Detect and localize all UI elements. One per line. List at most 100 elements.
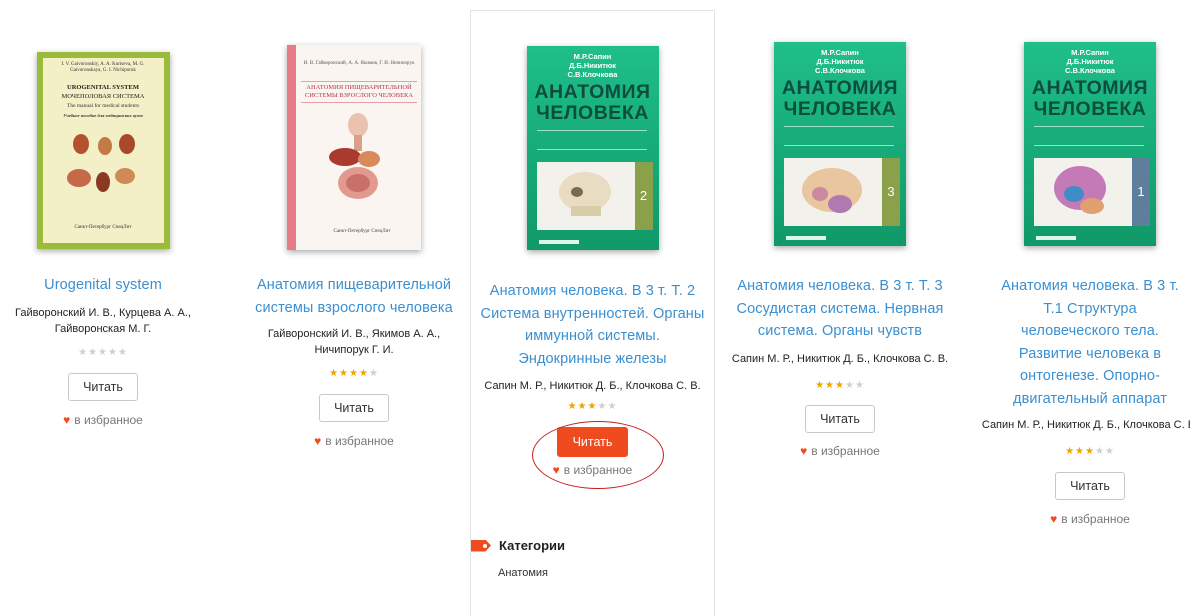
- rating-stars[interactable]: ★★★★★: [1065, 446, 1115, 458]
- read-button[interactable]: Читать: [1055, 472, 1125, 500]
- cover-text: АНАТОМИЯ ЧЕЛОВЕКА: [1031, 77, 1149, 120]
- star-filled-icon[interactable]: ★: [588, 401, 598, 413]
- cover-volume: 3: [882, 158, 900, 226]
- book-card: И. В. Гайворонский, А. А. Якимов, Г. И. …: [232, 0, 476, 605]
- book-title-link[interactable]: Анатомия человека. В 3 т. Т.1 Структура …: [998, 275, 1183, 410]
- read-button[interactable]: Читать: [805, 404, 875, 433]
- rating-stars[interactable]: ★★★★★: [78, 347, 128, 359]
- favorites-label: в избранное: [1061, 512, 1130, 526]
- star-empty-icon[interactable]: ★: [118, 347, 128, 359]
- categories-heading: Категории: [471, 538, 711, 553]
- star-filled-icon[interactable]: ★: [339, 368, 349, 380]
- star-filled-icon[interactable]: ★: [1085, 446, 1095, 458]
- book-authors: Сапин М. Р., Никитюк Д. Б., Клочкова С. …: [484, 380, 701, 392]
- publisher-logo: [1036, 236, 1076, 240]
- category-link[interactable]: Анатомия: [498, 567, 711, 579]
- rating-stars[interactable]: ★★★★★: [815, 380, 865, 392]
- star-empty-icon[interactable]: ★: [607, 401, 617, 413]
- star-empty-icon[interactable]: ★: [845, 380, 855, 392]
- book-card-active: М.Р.Сапин Д.Б.Никитюк С.В.Клочкова АНАТО…: [470, 10, 715, 616]
- book-card: М.Р.Сапин Д.Б.Никитюк С.В.Клочкова АНАТО…: [718, 0, 962, 605]
- cover-subtitle: [784, 126, 894, 146]
- brain-illustration: [784, 158, 882, 226]
- book-authors: Сапин М. Р., Никитюк Д. Б., Клочкова С. …: [981, 419, 1190, 431]
- rating-stars[interactable]: ★★★★★: [568, 401, 618, 413]
- book-cover[interactable]: I. V. Gaivoronskiy, A. A. Kurtseva, M. G…: [36, 52, 170, 249]
- cover-volume: 1: [1132, 158, 1150, 226]
- book-title-link[interactable]: Анатомия человека. В 3 т. Т. 2 Система в…: [480, 280, 705, 370]
- star-filled-icon[interactable]: ★: [349, 368, 359, 380]
- book-title-link[interactable]: Анатомия человека. В 3 т. Т. 3 Сосудиста…: [730, 275, 950, 343]
- star-empty-icon[interactable]: ★: [369, 368, 379, 380]
- cover-text: The manual for medical students: [66, 103, 140, 109]
- cover-subtitle: [1034, 126, 1144, 146]
- cover-text: I. V. Gaivoronskiy, A. A. Kurtseva, M. G…: [61, 62, 145, 73]
- book-title-link[interactable]: Анатомия пищеварительной системы взросло…: [254, 274, 454, 319]
- star-empty-icon[interactable]: ★: [1095, 446, 1105, 458]
- star-filled-icon[interactable]: ★: [359, 368, 369, 380]
- tag-icon: [471, 539, 491, 552]
- digestive-illustration: [329, 113, 380, 199]
- cover-text: МОЧЕПОЛОВАЯ СИСТЕМА: [61, 93, 145, 100]
- head-illustration: [1034, 158, 1132, 226]
- book-authors: Гайворонский И. В., Якимов А. А., Ничипо…: [267, 328, 441, 356]
- read-button[interactable]: Читать: [319, 394, 389, 422]
- organ-illustration: [66, 134, 135, 192]
- favorites-label: в избранное: [325, 434, 394, 448]
- star-filled-icon[interactable]: ★: [1075, 446, 1085, 458]
- cover-volume: 2: [634, 162, 653, 230]
- add-to-favorites-link[interactable]: ♥ в избранное: [553, 463, 633, 477]
- cover-text: М.Р.Сапин Д.Б.Никитюк С.В.Клочкова: [815, 48, 865, 75]
- star-empty-icon[interactable]: ★: [88, 347, 98, 359]
- star-empty-icon[interactable]: ★: [1105, 446, 1115, 458]
- heart-icon: ♥: [552, 463, 560, 477]
- heart-icon: ♥: [1050, 512, 1058, 526]
- star-filled-icon[interactable]: ★: [835, 380, 845, 392]
- book-cover[interactable]: М.Р.Сапин Д.Б.Никитюк С.В.Клочкова АНАТО…: [1024, 42, 1156, 246]
- star-filled-icon[interactable]: ★: [1065, 446, 1075, 458]
- favorites-label: в избранное: [563, 463, 633, 477]
- book-title-link[interactable]: Urogenital system: [0, 274, 213, 297]
- add-to-favorites-link[interactable]: ♥ в избранное: [800, 444, 880, 458]
- cover-text: И. В. Гайворонский, А. А. Якимов, Г. И. …: [303, 61, 415, 66]
- cover-text: М.Р.Сапин Д.Б.Никитюк С.В.Клочкова: [567, 52, 618, 79]
- heart-icon: ♥: [800, 443, 808, 458]
- star-filled-icon[interactable]: ★: [329, 368, 339, 380]
- book-cover[interactable]: М.Р.Сапин Д.Б.Никитюк С.В.Клочкова АНАТО…: [774, 42, 906, 246]
- skull-illustration: [536, 162, 635, 230]
- star-empty-icon[interactable]: ★: [855, 380, 865, 392]
- rating-stars[interactable]: ★★★★★: [329, 368, 379, 380]
- cover-text: Санкт-Петербург СпецЛит: [74, 225, 132, 230]
- cover-text: АНАТОМИЯ ПИЩЕВАРИТЕЛЬНОЙ СИСТЕМЫ ВЗРОСЛО…: [301, 81, 417, 103]
- read-button[interactable]: Читать: [68, 372, 138, 401]
- star-empty-icon[interactable]: ★: [108, 347, 118, 359]
- cover-text: UROGENITAL SYSTEM: [67, 84, 139, 91]
- star-filled-icon[interactable]: ★: [568, 401, 578, 413]
- star-filled-icon[interactable]: ★: [578, 401, 588, 413]
- read-button[interactable]: Читать: [556, 427, 629, 457]
- book-cover[interactable]: И. В. Гайворонский, А. А. Якимов, Г. И. …: [287, 45, 421, 250]
- heart-icon: ♥: [63, 412, 71, 427]
- book-authors: Гайворонский И. В., Курцева А. А., Гайво…: [15, 306, 191, 335]
- star-filled-icon[interactable]: ★: [825, 380, 835, 392]
- cover-subtitle: [536, 130, 647, 150]
- favorites-label: в избранное: [74, 412, 143, 427]
- add-to-favorites-link[interactable]: ♥ в избранное: [314, 434, 394, 448]
- cover-text: Учебное пособие для медицинских вузов: [63, 113, 143, 118]
- publisher-logo: [538, 240, 579, 244]
- add-to-favorites-link[interactable]: ♥ в избранное: [63, 413, 143, 427]
- heart-icon: ♥: [314, 434, 322, 448]
- star-empty-icon[interactable]: ★: [78, 347, 88, 359]
- publisher-logo: [786, 236, 826, 240]
- favorites-label: в избранное: [811, 443, 880, 458]
- cover-text: АНАТОМИЯ ЧЕЛОВЕКА: [781, 77, 899, 120]
- star-empty-icon[interactable]: ★: [98, 347, 108, 359]
- categories-section: Категории Анатомия: [471, 538, 711, 579]
- star-empty-icon[interactable]: ★: [597, 401, 607, 413]
- add-to-favorites-link[interactable]: ♥ в избранное: [1050, 512, 1130, 526]
- cover-text: Санкт-Петербург СпецЛит: [333, 229, 391, 234]
- cover-text: АНАТОМИЯ ЧЕЛОВЕКА: [534, 81, 651, 124]
- star-filled-icon[interactable]: ★: [815, 380, 825, 392]
- cover-text: М.Р.Сапин Д.Б.Никитюк С.В.Клочкова: [1065, 48, 1115, 75]
- book-cover[interactable]: М.Р.Сапин Д.Б.Никитюк С.В.Клочкова АНАТО…: [526, 46, 659, 250]
